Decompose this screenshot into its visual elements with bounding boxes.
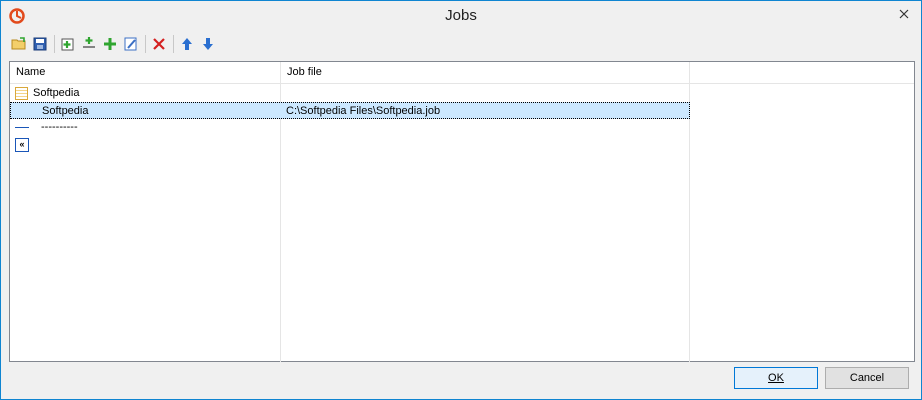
column-header-name[interactable]: Name: [10, 62, 280, 83]
move-up-icon: [182, 38, 192, 50]
back-icon[interactable]: «: [15, 138, 29, 152]
move-up-button[interactable]: [177, 33, 197, 55]
column-header-job-file[interactable]: Job file: [281, 62, 689, 83]
save-button[interactable]: [30, 33, 50, 55]
list-item-job-file: C:\Softpedia Files\Softpedia.job: [286, 105, 441, 117]
ok-button[interactable]: OK: [734, 367, 818, 389]
list-item[interactable]: Softpedia C:\Softpedia Files\Softpedia.j…: [10, 102, 690, 119]
jobs-list[interactable]: Name Job file Softpedia Softpedia C:\Sof…: [9, 61, 915, 362]
window-title: Jobs: [445, 7, 477, 24]
list-item[interactable]: ----------: [10, 119, 690, 136]
list-item-name: Softpedia: [42, 105, 89, 117]
open-button[interactable]: [9, 33, 29, 55]
toolbar-separator: [145, 35, 146, 53]
insert-button[interactable]: [79, 33, 99, 55]
cancel-button[interactable]: Cancel: [825, 367, 909, 389]
jobs-window: Jobs Name Job file Softpedia Softpedia C…: [0, 0, 922, 400]
move-down-button[interactable]: [198, 33, 218, 55]
add-icon: [104, 38, 116, 50]
title-bar: Jobs: [1, 1, 921, 31]
add-job-icon: [61, 38, 74, 51]
close-icon: [899, 9, 909, 19]
list-item[interactable]: «: [10, 136, 690, 153]
list-item[interactable]: Softpedia: [10, 85, 690, 102]
ok-button-label: OK: [768, 372, 784, 384]
save-icon: [33, 37, 47, 51]
toolbar: [9, 32, 219, 56]
delete-button[interactable]: [149, 33, 169, 55]
toolbar-separator: [54, 35, 55, 53]
insert-icon: [83, 37, 95, 48]
open-icon: [11, 37, 26, 50]
separator-line-icon: [15, 127, 29, 128]
list-header: Name Job file: [10, 62, 914, 84]
add-job-button[interactable]: [58, 33, 78, 55]
edit-icon: [124, 37, 137, 51]
move-down-icon: [203, 38, 213, 50]
toolbar-separator: [173, 35, 174, 53]
list-item-name: ----------: [41, 121, 78, 133]
add-button[interactable]: [100, 33, 120, 55]
close-button[interactable]: [893, 5, 915, 23]
group-icon: [15, 87, 28, 100]
delete-icon: [153, 38, 165, 50]
edit-button[interactable]: [121, 33, 141, 55]
list-item-name: Softpedia: [33, 87, 80, 99]
